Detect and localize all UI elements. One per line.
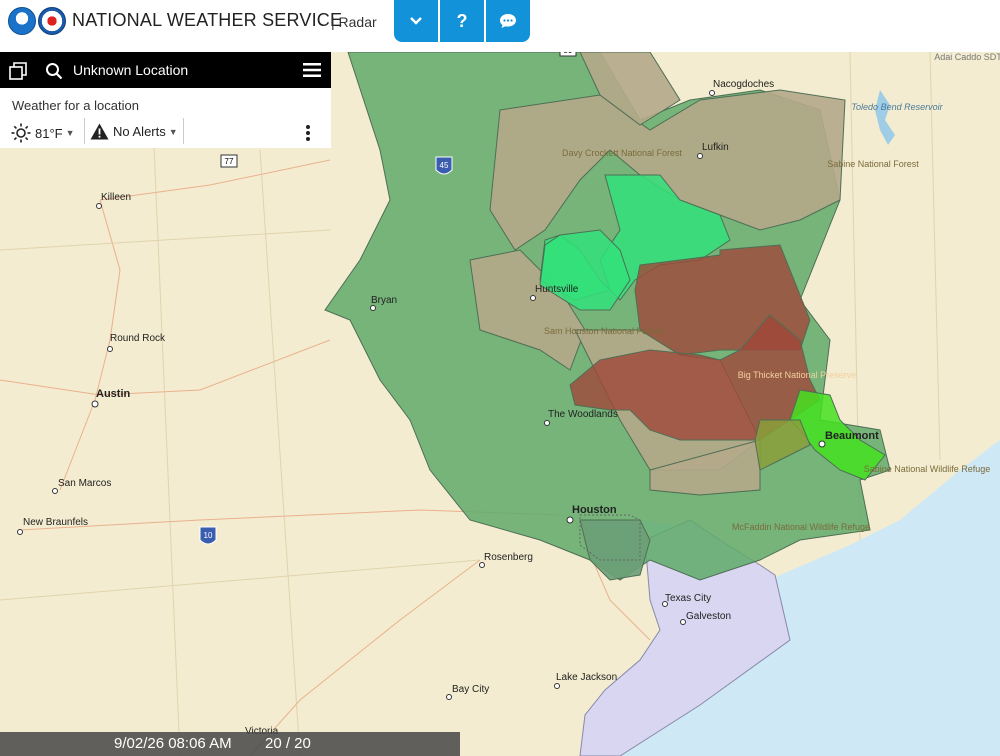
- frame-counter: 20 / 20: [265, 735, 311, 752]
- hamburger-menu-icon[interactable]: [303, 62, 321, 78]
- noaa-logo[interactable]: [8, 7, 36, 35]
- chevron-down-icon: [410, 17, 422, 25]
- temperature-dropdown[interactable]: 81°F ▼: [11, 123, 75, 143]
- radar-map[interactable]: 45 10 77 59 Killeen Bryan Round Rock Aus…: [0, 52, 1000, 756]
- city-bay-city: Bay City: [452, 684, 489, 695]
- city-round-rock: Round Rock: [110, 333, 166, 344]
- help-button[interactable]: ?: [440, 0, 484, 42]
- park-sabine-refuge: Sabine National Wildlife Refuge: [864, 464, 991, 474]
- park-mcfaddin-refuge: McFaddin National Wildlife Refuge: [732, 522, 870, 532]
- city-houston: Houston: [572, 504, 617, 516]
- temperature-value: 81°F: [35, 125, 63, 141]
- alerts-value: No Alerts: [113, 124, 166, 139]
- svg-text:59: 59: [564, 52, 573, 55]
- city-beaumont: Beaumont: [825, 430, 879, 442]
- feedback-button[interactable]: [486, 0, 530, 42]
- city-texas-city: Texas City: [665, 593, 711, 604]
- park-sam-houston: Sam Houston National Forest: [544, 326, 663, 336]
- city-rosenberg: Rosenberg: [484, 552, 533, 563]
- animation-timebar[interactable]: 9/02/26 08:06 AM 20 / 20: [0, 732, 460, 756]
- divider: [183, 118, 184, 144]
- layers-icon[interactable]: [8, 61, 28, 81]
- highway-10-shield: 10: [199, 526, 217, 545]
- location-header: Unknown Location: [0, 52, 331, 88]
- sun-icon: [11, 123, 31, 143]
- park-big-thicket: Big Thicket National Preserve: [738, 370, 856, 380]
- app-subtitle: | Radar: [331, 14, 377, 30]
- location-panel: Unknown Location Weather for a location …: [0, 52, 331, 148]
- warning-icon: [90, 123, 109, 140]
- city-killeen: Killeen: [101, 192, 131, 203]
- city-nacogdoches: Nacogdoches: [713, 79, 774, 90]
- svg-text:45: 45: [440, 161, 449, 170]
- location-name[interactable]: Unknown Location: [73, 62, 188, 78]
- city-galveston: Galveston: [686, 611, 731, 622]
- park-davy-crockett: Davy Crockett National Forest: [562, 148, 683, 158]
- menu-toggle-button[interactable]: [394, 0, 438, 42]
- app-title: NATIONAL WEATHER SERVICE: [72, 10, 343, 30]
- weather-for-location-label: Weather for a location: [12, 98, 139, 113]
- svg-text:10: 10: [204, 531, 213, 540]
- park-sabine-forest: Sabine National Forest: [827, 159, 919, 169]
- search-icon[interactable]: [45, 62, 63, 80]
- svg-text:77: 77: [225, 157, 234, 166]
- city-lake-jackson: Lake Jackson: [556, 672, 617, 683]
- highway-45-shield: 45: [435, 156, 453, 175]
- divider: [84, 118, 85, 144]
- city-austin: Austin: [96, 388, 131, 400]
- city-lufkin: Lufkin: [702, 142, 729, 153]
- more-options-icon[interactable]: [305, 124, 311, 142]
- highway-77-shield: 77: [220, 154, 238, 168]
- city-new-braunfels: New Braunfels: [23, 517, 88, 528]
- chevron-down-icon: ▼: [65, 128, 75, 138]
- frame-timestamp: 9/02/26 08:06 AM: [114, 735, 232, 752]
- location-body: Weather for a location 81°F ▼ No Alerts …: [0, 88, 331, 148]
- city-bryan: Bryan: [371, 295, 397, 306]
- city-the-woodlands: The Woodlands: [548, 409, 618, 420]
- nws-logo[interactable]: [38, 7, 66, 35]
- city-huntsville: Huntsville: [535, 284, 579, 295]
- chat-bubble-icon: [500, 14, 516, 28]
- chevron-down-icon: ▼: [168, 126, 178, 137]
- alerts-dropdown[interactable]: No Alerts ▼: [90, 123, 178, 140]
- city-san-marcos: San Marcos: [58, 478, 111, 489]
- toledo-bend-label: Toledo Bend Reservoir: [851, 102, 943, 112]
- adai-caddo-label: Adai Caddo SDTSA: [934, 52, 1000, 62]
- highway-59-shield: 59: [559, 52, 577, 57]
- question-icon: ?: [456, 10, 468, 31]
- top-header: NATIONAL WEATHER SERVICE | Radar ?: [0, 0, 1000, 52]
